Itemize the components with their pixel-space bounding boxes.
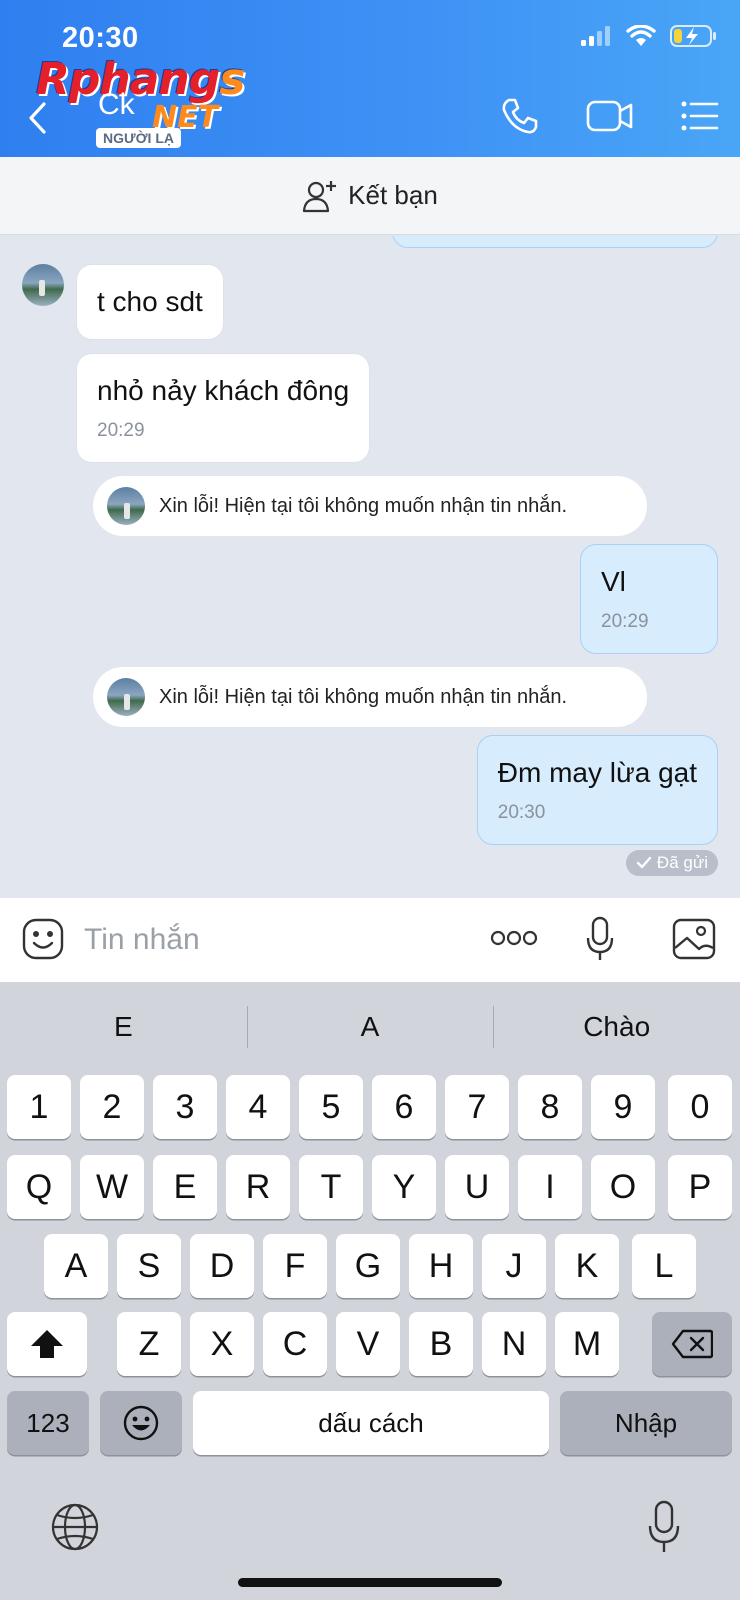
more-options-icon[interactable] xyxy=(490,928,538,948)
status-time: 20:30 xyxy=(62,22,139,54)
battery-charging-icon xyxy=(670,25,716,47)
contact-name[interactable]: Ck xyxy=(98,88,135,122)
message-bubble-received[interactable]: t cho sdt xyxy=(76,264,224,340)
signal-icon xyxy=(581,26,610,46)
add-friend-button[interactable]: Kết bạn xyxy=(0,157,740,235)
sent-status-text: Đã gửi xyxy=(656,853,708,872)
message-bubble-sent[interactable]: Vl 20:29 xyxy=(580,544,718,655)
key[interactable]: P xyxy=(668,1155,732,1219)
key[interactable]: W xyxy=(80,1155,144,1219)
message-text: Vl xyxy=(601,566,626,597)
key[interactable]: X xyxy=(190,1312,254,1376)
key[interactable]: 3 xyxy=(153,1075,217,1139)
key[interactable]: I xyxy=(518,1155,582,1219)
key[interactable]: A xyxy=(44,1234,108,1298)
add-friend-label: Kết bạn xyxy=(348,180,438,210)
key[interactable]: 2 xyxy=(80,1075,144,1139)
emoji-icon xyxy=(123,1405,159,1441)
contact-avatar[interactable] xyxy=(22,264,64,306)
key[interactable]: 5 xyxy=(299,1075,363,1139)
key[interactable]: D xyxy=(190,1234,254,1298)
key[interactable]: J xyxy=(482,1234,546,1298)
suggestion-item[interactable]: Chào xyxy=(493,982,740,1072)
key[interactable]: Z xyxy=(117,1312,181,1376)
key[interactable]: B xyxy=(409,1312,473,1376)
suggestion-item[interactable]: A xyxy=(246,982,494,1072)
key[interactable]: O xyxy=(591,1155,655,1219)
shift-key[interactable] xyxy=(7,1312,87,1376)
key[interactable]: T xyxy=(299,1155,363,1219)
message-text: t cho sdt xyxy=(97,286,203,317)
system-notice-text: Xin lỗi! Hiện tại tôi không muốn nhận ti… xyxy=(159,494,568,517)
key[interactable]: 8 xyxy=(518,1075,582,1139)
message-time: 20:30 xyxy=(497,801,546,823)
message-bubble-received[interactable]: nhỏ nảy khách đông 20:29 xyxy=(76,353,371,464)
key[interactable]: N xyxy=(482,1312,546,1376)
backspace-icon xyxy=(671,1329,713,1359)
backspace-key[interactable] xyxy=(652,1312,732,1376)
key[interactable]: 0 xyxy=(668,1075,732,1139)
space-key[interactable]: dấu cách xyxy=(193,1391,549,1455)
gallery-icon[interactable] xyxy=(672,918,716,960)
numbers-key[interactable]: 123 xyxy=(7,1391,89,1455)
status-icons xyxy=(580,24,718,48)
suggestion-bar: E A Chào xyxy=(0,982,740,1072)
key[interactable]: K xyxy=(555,1234,619,1298)
video-icon[interactable] xyxy=(586,96,634,136)
dictation-mic-icon[interactable] xyxy=(648,1500,680,1554)
sticker-icon[interactable] xyxy=(22,918,64,960)
key[interactable]: G xyxy=(336,1234,400,1298)
sent-status-badge: Đã gửi xyxy=(625,850,718,876)
key[interactable]: U xyxy=(445,1155,509,1219)
contact-avatar-small xyxy=(107,487,145,525)
watermark-logo: Rphangs xyxy=(36,54,245,105)
back-chevron-icon[interactable] xyxy=(24,98,52,138)
key[interactable]: L xyxy=(632,1234,696,1298)
key[interactable]: 1 xyxy=(7,1075,71,1139)
key[interactable]: 4 xyxy=(226,1075,290,1139)
key[interactable]: R xyxy=(226,1155,290,1219)
add-friend-icon xyxy=(303,180,337,212)
suggestion-item[interactable]: E xyxy=(0,982,247,1072)
microphone-icon[interactable] xyxy=(586,916,614,962)
message-text: nhỏ nảy khách đông xyxy=(97,375,350,406)
globe-icon[interactable] xyxy=(50,1502,100,1552)
key[interactable]: 9 xyxy=(591,1075,655,1139)
key[interactable]: C xyxy=(263,1312,327,1376)
phone-icon[interactable] xyxy=(500,96,540,136)
key[interactable]: H xyxy=(409,1234,473,1298)
message-text: Đm may lừa gạt xyxy=(497,757,697,788)
contact-avatar-small xyxy=(107,678,145,716)
message-bubble-sent[interactable]: Đm may lừa gạt 20:30 xyxy=(476,735,718,846)
message-time: 20:29 xyxy=(601,610,649,632)
wifi-icon xyxy=(626,25,656,46)
key[interactable]: Y xyxy=(372,1155,436,1219)
key[interactable]: Q xyxy=(7,1155,71,1219)
emoji-key[interactable] xyxy=(100,1391,182,1455)
message-bubble-partial[interactable] xyxy=(392,236,718,248)
home-indicator[interactable] xyxy=(238,1578,502,1587)
system-notice-text: Xin lỗi! Hiện tại tôi không muốn nhận ti… xyxy=(159,685,568,708)
message-list[interactable]: t cho sdt nhỏ nảy khách đông 20:29 Xin l… xyxy=(0,236,740,898)
key[interactable]: V xyxy=(336,1312,400,1376)
message-composer xyxy=(0,898,740,982)
key[interactable]: M xyxy=(555,1312,619,1376)
keyboard: E A Chào 1 2 3 4 5 6 7 8 9 0 Q W E R T Y… xyxy=(0,982,740,1600)
system-notice: Xin lỗi! Hiện tại tôi không muốn nhận ti… xyxy=(93,667,647,727)
key[interactable]: 7 xyxy=(445,1075,509,1139)
key[interactable]: F xyxy=(263,1234,327,1298)
shift-icon xyxy=(31,1330,63,1358)
key[interactable]: S xyxy=(117,1234,181,1298)
key[interactable]: 6 xyxy=(372,1075,436,1139)
system-notice: Xin lỗi! Hiện tại tôi không muốn nhận ti… xyxy=(93,476,647,536)
chat-header: 20:30 Rphangs NET Ck NGƯỜI LẠ xyxy=(0,0,740,157)
check-icon xyxy=(636,856,652,869)
message-time: 20:29 xyxy=(97,419,145,441)
key[interactable]: E xyxy=(153,1155,217,1219)
message-input[interactable] xyxy=(84,916,464,964)
stranger-badge: NGƯỜI LẠ xyxy=(96,128,181,148)
enter-key[interactable]: Nhập xyxy=(560,1391,732,1455)
menu-list-icon[interactable] xyxy=(680,96,720,136)
